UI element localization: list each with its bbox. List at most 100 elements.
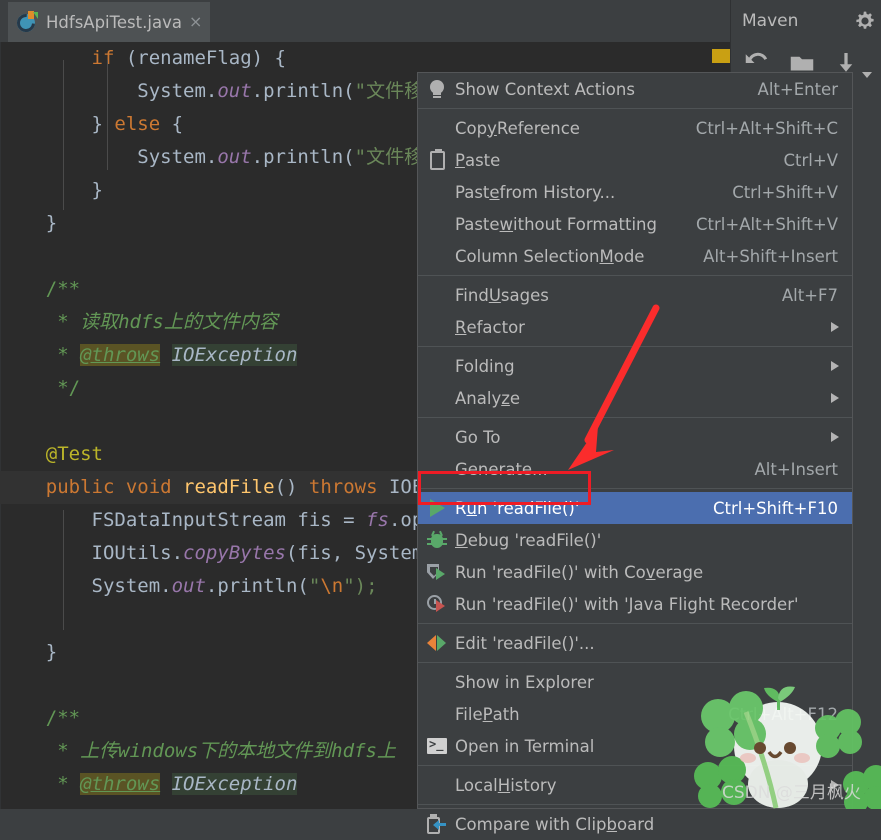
code-token: * xyxy=(0,740,81,762)
code-token: .println( xyxy=(251,80,355,102)
menu-item-file-path[interactable]: File Path Ctrl+Alt+F12 xyxy=(418,698,852,730)
menu-item-refactor[interactable]: Refactor xyxy=(418,311,852,343)
run-icon xyxy=(421,492,453,524)
code-token: (renameFlag) { xyxy=(114,47,286,69)
editor-tab-label: HdfsApiTest.java xyxy=(46,12,182,32)
menu-item-label: Paste xyxy=(455,150,501,170)
indent-guide xyxy=(63,510,64,630)
ide-window: HdfsApiTest.java × if (renameFlag) { Sys… xyxy=(0,0,881,834)
editor-tab-hdfsapitest[interactable]: HdfsApiTest.java × xyxy=(8,2,210,42)
menu-item-shortcut: Alt+Shift+Insert xyxy=(703,246,838,266)
menu-item-paste-without-formatting[interactable]: Paste w ithout Formatting Ctrl+Alt+Shift+V xyxy=(418,208,852,240)
menu-item-label: Cop y Reference xyxy=(455,118,580,138)
menu-item-run-readfile-with-coverage[interactable]: Run 'readFile()' with Co v erage xyxy=(418,556,852,588)
maven-title: Maven xyxy=(742,11,799,31)
collapse-icon[interactable] xyxy=(858,66,878,86)
menu-item-shortcut: Alt+F7 xyxy=(781,285,838,305)
code-token: fs xyxy=(366,509,389,531)
menu-item-label: Paste w ithout Formatting xyxy=(455,214,657,234)
code-token: 读取hdfs上的文件内容 xyxy=(80,311,278,333)
code-token: out xyxy=(217,146,252,168)
no-icon xyxy=(421,208,453,240)
code-token: System. xyxy=(0,575,172,597)
menu-item-label: Show in Explorer xyxy=(455,672,594,692)
code-token: () xyxy=(274,476,309,498)
menu-item-shortcut: Ctrl+Alt+Shift+V xyxy=(696,214,838,234)
chevron-right-icon xyxy=(831,393,839,403)
no-icon xyxy=(421,382,453,414)
jfr-icon xyxy=(421,588,453,620)
code-token: .println( xyxy=(251,146,355,168)
code-token: } xyxy=(0,212,58,234)
no-icon xyxy=(421,666,453,698)
code-token: IOException xyxy=(171,773,298,795)
close-icon[interactable]: × xyxy=(189,14,202,30)
menu-item-label: Show Context Actions xyxy=(455,79,635,99)
edit-config-icon xyxy=(421,627,453,659)
code-token: } xyxy=(0,113,115,135)
code-token: { xyxy=(160,113,184,135)
menu-item-paste[interactable]: Paste Ctrl+V xyxy=(418,144,852,176)
menu-item-run-readfile-with-java-flight-recorder[interactable]: Run 'readFile()' with 'Java Flight Recor… xyxy=(418,588,852,620)
menu-item-label: File Path xyxy=(455,704,520,724)
menu-item-folding[interactable]: Folding xyxy=(418,350,852,382)
code-token: throws xyxy=(308,476,389,498)
menu-item-label: Run 'readFile()' with 'Java Flight Recor… xyxy=(455,594,799,614)
code-token: /** xyxy=(0,278,81,300)
menu-item-label: Run 'readFile()' xyxy=(455,498,580,518)
menu-item-debug-readfile[interactable]: Debug 'readFile()' xyxy=(418,524,852,556)
code-token: * xyxy=(0,344,81,366)
java-class-icon xyxy=(13,10,39,36)
watermark-text: CSDN @三月枫火 xyxy=(722,783,861,803)
code-token: out xyxy=(217,80,252,102)
menu-item-show-in-explorer[interactable]: Show in Explorer xyxy=(418,666,852,698)
gear-icon[interactable] xyxy=(855,11,875,31)
context-menu[interactable]: Show Context Actions Alt+Enter Cop y Refere… xyxy=(417,72,853,834)
no-icon xyxy=(421,453,453,485)
menu-item-copy-reference[interactable]: Cop y Reference Ctrl+Alt+Shift+C xyxy=(418,112,852,144)
editor-tab-strip: HdfsApiTest.java × xyxy=(0,0,730,42)
menu-item-label: Edit 'readFile()'... xyxy=(455,633,595,653)
code-token: public void xyxy=(45,476,184,498)
code-token: FSDataInputStream fis = xyxy=(0,509,367,531)
code-token: * xyxy=(0,311,81,333)
menu-item-show-context-actions[interactable]: Show Context Actions Alt+Enter xyxy=(418,73,852,105)
no-icon xyxy=(421,698,453,730)
code-token: "文件移 xyxy=(354,80,424,102)
code-token: "); xyxy=(343,575,378,597)
code-token: else xyxy=(114,113,161,135)
chevron-right-icon xyxy=(831,361,839,371)
code-token: @Test xyxy=(0,443,103,465)
menu-item-shortcut: Ctrl+Shift+V xyxy=(732,182,838,202)
code-token: * xyxy=(0,773,81,795)
terminal-icon xyxy=(421,730,453,762)
menu-item-shortcut: Ctrl+Alt+F12 xyxy=(728,704,838,724)
no-icon xyxy=(421,279,453,311)
menu-item-paste-from-history[interactable]: Past e from History... Ctrl+Shift+V xyxy=(418,176,852,208)
menu-item-generate[interactable]: Generate... Alt+Insert xyxy=(418,453,852,485)
menu-item-run-readfile[interactable]: Run 'readFile()' Ctrl+Shift+F10 xyxy=(418,492,852,524)
code-token: readFile xyxy=(183,476,275,498)
menu-item-label: Compare with Clip b oard xyxy=(455,814,655,834)
code-token: \n xyxy=(320,575,344,597)
menu-separator xyxy=(418,488,852,489)
code-token: IOException xyxy=(171,344,298,366)
no-icon xyxy=(421,176,453,208)
code-token: (fis, System xyxy=(285,542,424,564)
menu-item-analyze[interactable]: Analy z e xyxy=(418,382,852,414)
code-token: System. xyxy=(0,80,218,102)
menu-item-edit-readfile[interactable]: Edit 'readFile()'... xyxy=(418,627,852,659)
code-token: */ xyxy=(0,377,81,399)
menu-item-label: Open in Terminal xyxy=(455,736,595,756)
menu-separator xyxy=(418,662,852,663)
menu-item-open-in-terminal[interactable]: Open in Terminal xyxy=(418,730,852,762)
menu-item-column-selection-mode[interactable]: Column Selection Mode Alt+Shift+Insert xyxy=(418,240,852,272)
code-line: if (renameFlag) { xyxy=(0,42,730,75)
menu-item-compare-with-clipboard[interactable]: Compare with Clip b oard xyxy=(418,808,852,840)
menu-item-go-to[interactable]: Go To xyxy=(418,421,852,453)
menu-item-find-usages[interactable]: Find Usages Alt+F7 xyxy=(418,279,852,311)
code-token: /** xyxy=(0,707,81,729)
